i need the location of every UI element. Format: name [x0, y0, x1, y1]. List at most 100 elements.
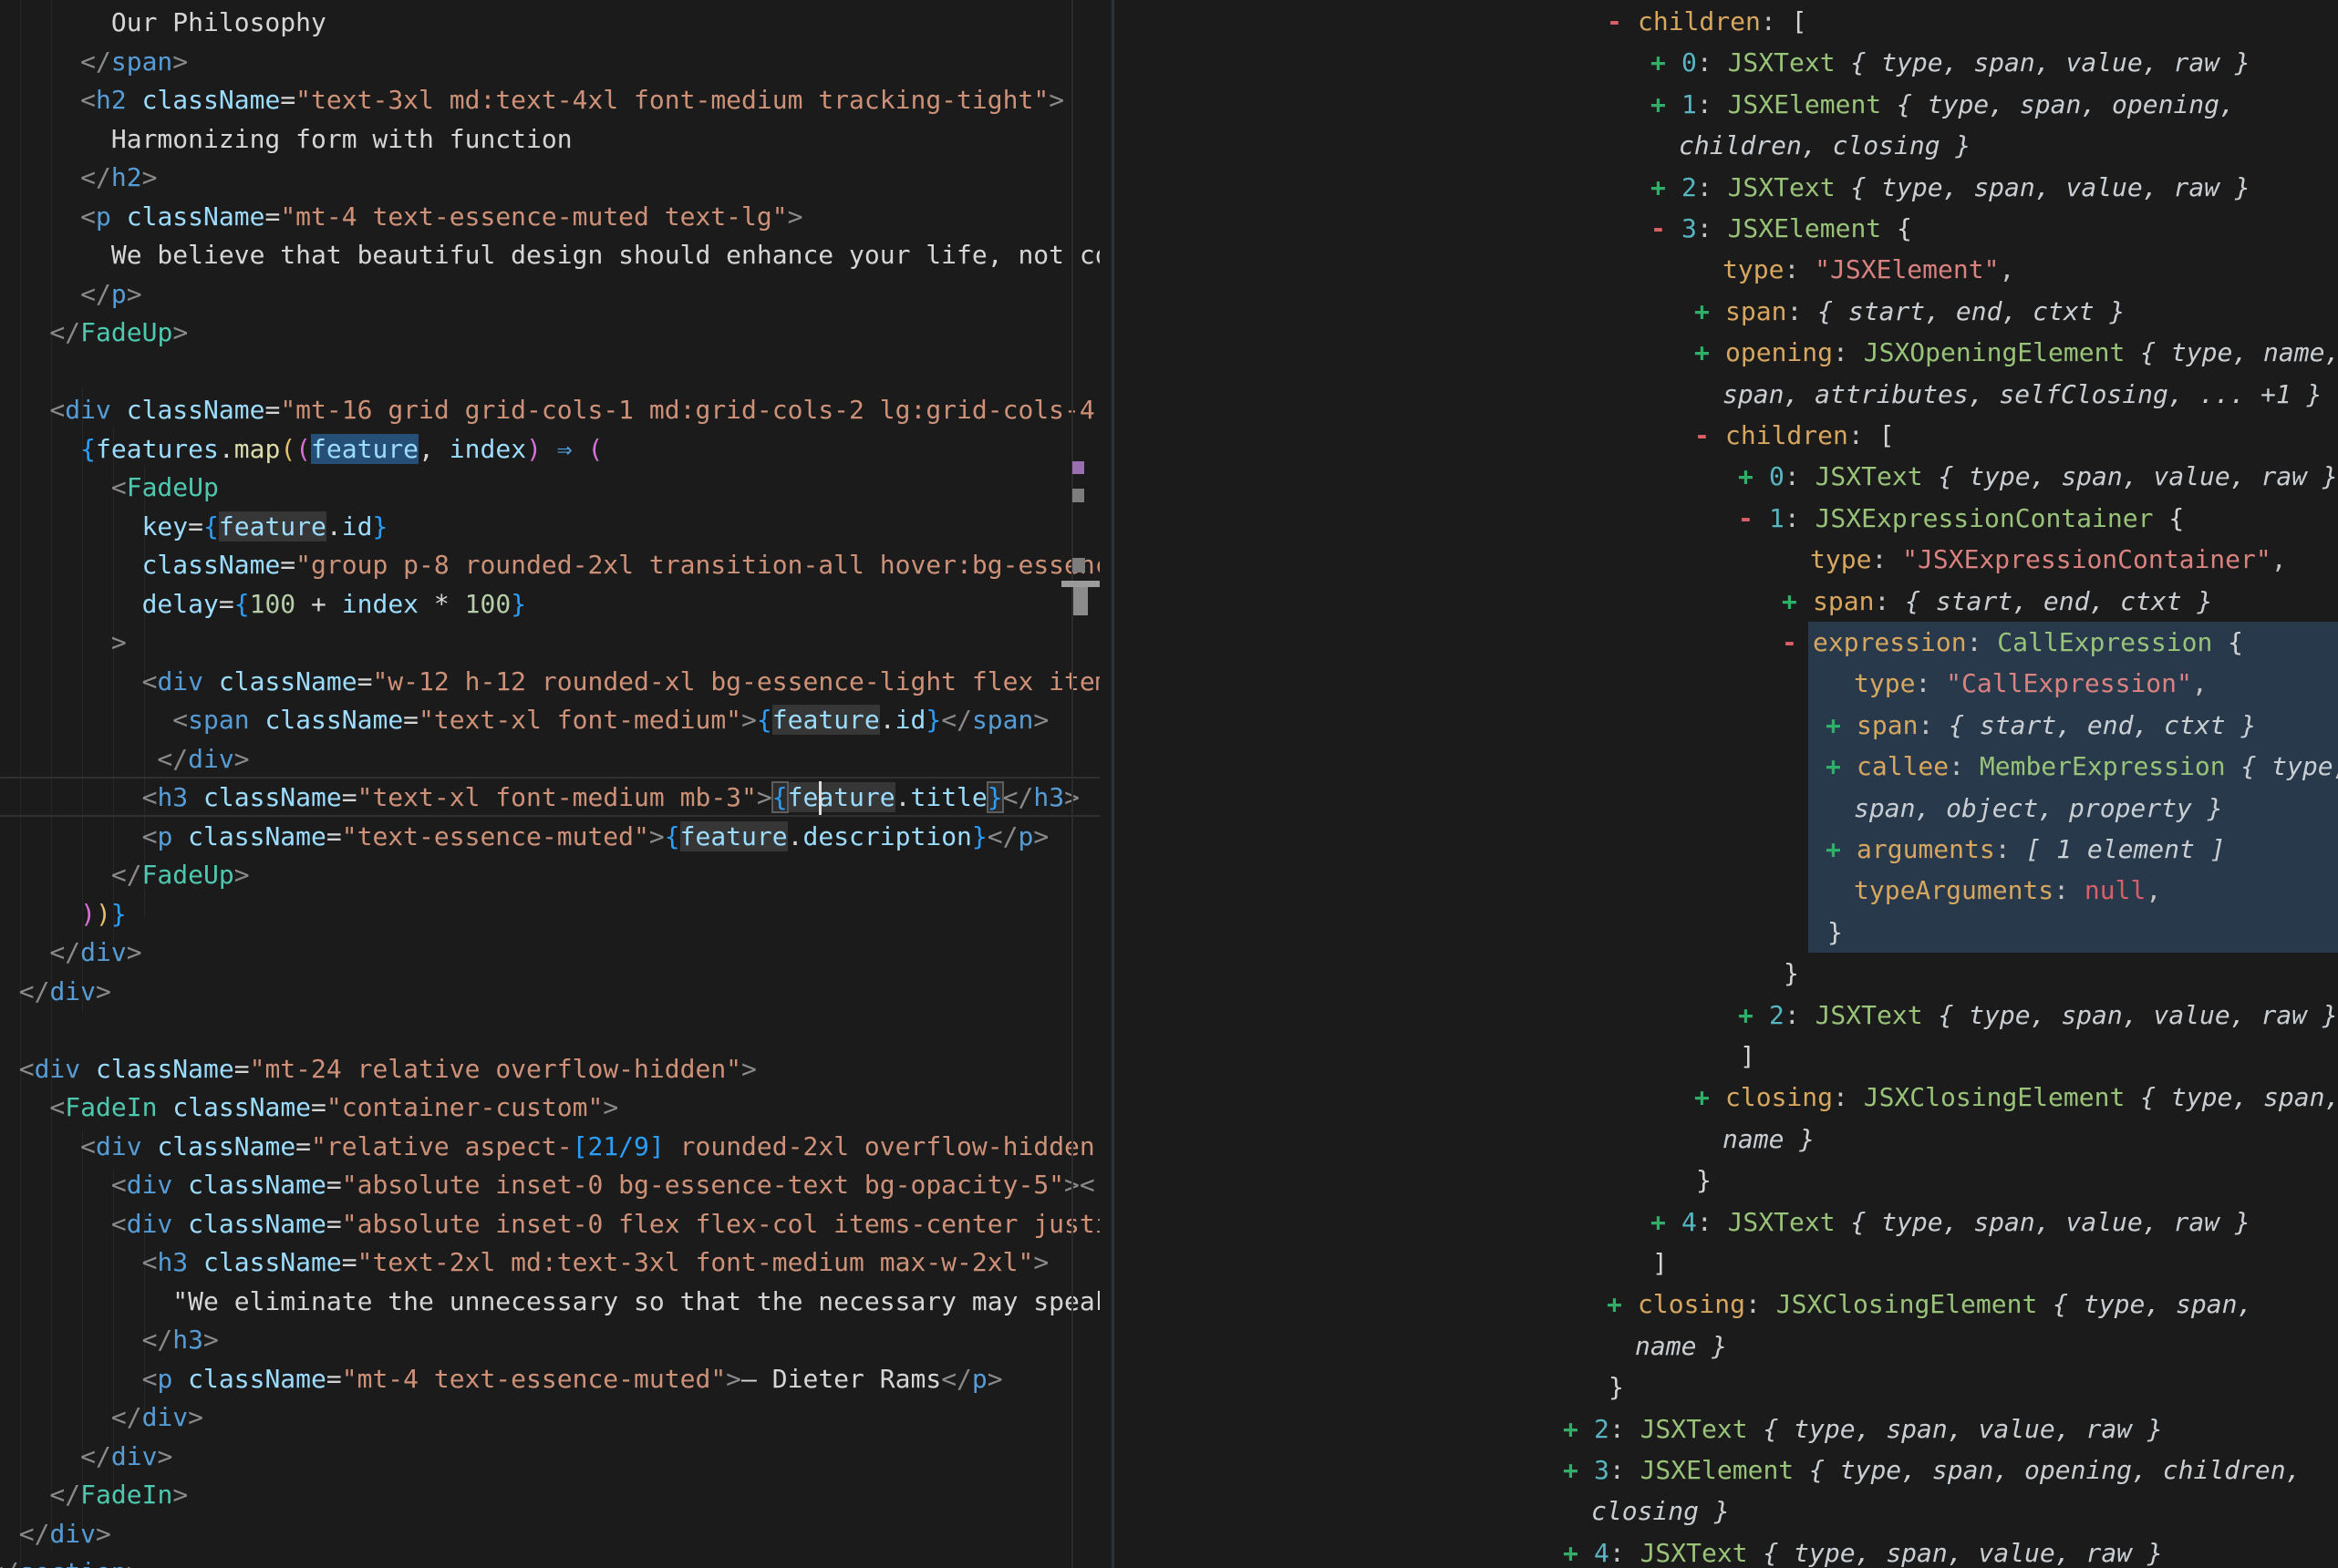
source-editor-panel[interactable]: Our Philosophy </span> <h2 className="te… — [0, 0, 1112, 1568]
code-line[interactable]: ))} — [0, 895, 1100, 934]
expand-icon[interactable]: + — [1650, 167, 1681, 208]
ast-line[interactable]: -children: [ — [1607, 1, 1806, 43]
ast-line[interactable]: +span: { start, end, ctxt } — [1782, 581, 2212, 623]
ast-line[interactable]: } — [1827, 912, 1843, 954]
ast-line[interactable]: } — [1696, 1160, 1712, 1202]
expand-icon[interactable]: + — [1782, 581, 1813, 622]
code-line[interactable]: </div> — [0, 1515, 1100, 1554]
ast-line[interactable]: +4: JSXText { type, span, value, raw } — [1563, 1532, 2163, 1568]
ast-line[interactable]: +1: JSXElement { type, span, opening, — [1650, 84, 2235, 126]
ast-tree[interactable]: -children: [+0: JSXText { type, span, va… — [1114, 0, 2338, 1568]
ast-line[interactable]: +callee: MemberExpression { type, — [1826, 746, 2338, 788]
code-line[interactable]: </span> — [0, 43, 1100, 82]
code-line[interactable]: <div className="relative aspect-[21/9] r… — [0, 1128, 1100, 1167]
ast-tree-panel[interactable]: -children: [+0: JSXText { type, span, va… — [1114, 0, 2338, 1568]
code-line[interactable]: </div> — [0, 934, 1100, 973]
ast-line[interactable]: type: "JSXExpressionContainer", — [1810, 539, 2287, 581]
code-line[interactable]: key={feature.id} — [0, 508, 1100, 547]
code-line[interactable]: We believe that beautiful design should … — [0, 236, 1100, 275]
ast-line[interactable]: ] — [1652, 1243, 1668, 1284]
code-line[interactable]: Our Philosophy — [0, 4, 1100, 43]
code-line[interactable]: Harmonizing form with function — [0, 120, 1100, 160]
code-line[interactable]: <span className="text-xl font-medium">{f… — [0, 701, 1100, 740]
collapse-icon[interactable]: - — [1694, 415, 1725, 456]
ast-line[interactable]: closing } — [1591, 1491, 1730, 1532]
expand-icon[interactable]: + — [1563, 1532, 1594, 1568]
ast-line[interactable]: type: "CallExpression", — [1854, 663, 2208, 705]
ast-line[interactable]: ] — [1740, 1036, 1755, 1078]
ast-line[interactable]: span, object, property } — [1854, 788, 2223, 830]
ast-line[interactable]: -expression: CallExpression { — [1782, 622, 2243, 664]
collapse-icon[interactable]: - — [1782, 622, 1813, 663]
ast-line[interactable]: name } — [1635, 1326, 1727, 1367]
ast-line[interactable]: span, attributes, selfClosing, ... +1 } — [1722, 374, 2322, 416]
ast-line[interactable]: typeArguments: null, — [1854, 870, 2161, 912]
code-line[interactable]: </div> — [0, 973, 1100, 1012]
code-line[interactable] — [0, 1011, 1100, 1050]
code-area[interactable]: Our Philosophy </span> <h2 className="te… — [0, 0, 1100, 1568]
code-line[interactable]: </h2> — [0, 159, 1100, 198]
expand-icon[interactable]: + — [1650, 84, 1681, 125]
ast-line[interactable]: -children: [ — [1694, 415, 1894, 457]
code-line[interactable]: <div className="absolute inset-0 flex fl… — [0, 1205, 1100, 1244]
code-line[interactable]: </div> — [0, 740, 1100, 779]
code-line[interactable]: {features.map((feature, index) ⇒ ( — [0, 430, 1100, 469]
code-line[interactable]: </p> — [0, 275, 1100, 315]
code-line[interactable]: </section> — [0, 1553, 1100, 1568]
ast-line[interactable]: +closing: JSXClosingElement { type, span… — [1694, 1077, 2338, 1119]
scrollbar-slider[interactable] — [1061, 581, 1100, 587]
expand-icon[interactable]: + — [1694, 332, 1725, 373]
code-line[interactable]: <div className="mt-16 grid grid-cols-1 m… — [0, 391, 1100, 430]
ast-line[interactable]: +span: { start, end, ctxt } — [1826, 705, 2256, 747]
expand-icon[interactable]: + — [1650, 1202, 1681, 1243]
overview-ruler[interactable] — [1071, 0, 1073, 1568]
ast-line[interactable]: +4: JSXText { type, span, value, raw } — [1650, 1202, 2250, 1243]
ast-line[interactable]: +opening: JSXOpeningElement { type, name… — [1694, 332, 2338, 374]
ast-line[interactable]: -1: JSXExpressionContainer { — [1738, 498, 2184, 540]
ast-line[interactable]: +2: JSXText { type, span, value, raw } — [1650, 167, 2250, 209]
code-line[interactable]: <p className="mt-4 text-essence-muted te… — [0, 198, 1100, 237]
editor-viewport[interactable]: Our Philosophy </span> <h2 className="te… — [0, 0, 1100, 1568]
ast-line[interactable]: children, closing } — [1679, 125, 1971, 167]
expand-icon[interactable]: + — [1738, 995, 1769, 1036]
code-line[interactable]: </FadeUp> — [0, 856, 1100, 895]
code-line[interactable]: > — [0, 624, 1100, 663]
code-line[interactable]: <div className="w-12 h-12 rounded-xl bg-… — [0, 663, 1100, 702]
code-line[interactable]: </div> — [0, 1398, 1100, 1438]
expand-icon[interactable]: + — [1650, 42, 1681, 83]
expand-icon[interactable]: + — [1563, 1449, 1594, 1491]
expand-icon[interactable]: + — [1738, 456, 1769, 497]
code-line[interactable] — [0, 353, 1100, 392]
code-line[interactable]: </div> — [0, 1438, 1100, 1477]
collapse-icon[interactable]: - — [1738, 498, 1769, 539]
code-line[interactable]: className="group p-8 rounded-2xl transit… — [0, 546, 1100, 585]
ast-line[interactable]: +2: JSXText { type, span, value, raw } — [1563, 1408, 2163, 1450]
expand-icon[interactable]: + — [1826, 746, 1857, 787]
expand-icon[interactable]: + — [1826, 705, 1857, 746]
ast-line[interactable]: } — [1609, 1367, 1624, 1408]
ast-line[interactable]: +0: JSXText { type, span, value, raw } — [1650, 42, 2250, 84]
code-line[interactable]: </FadeUp> — [0, 314, 1100, 353]
code-line[interactable]: </FadeIn> — [0, 1476, 1100, 1515]
ast-line[interactable]: +0: JSXText { type, span, value, raw } — [1738, 456, 2338, 498]
code-line[interactable]: <h3 className="text-2xl md:text-3xl font… — [0, 1243, 1100, 1283]
ast-line[interactable]: type: "JSXElement", — [1722, 249, 2014, 291]
code-line[interactable]: </h3> — [0, 1321, 1100, 1360]
ast-line[interactable]: +arguments: [ 1 element ] — [1826, 829, 2226, 871]
collapse-icon[interactable]: - — [1607, 1, 1638, 42]
code-line[interactable]: <FadeUp — [0, 469, 1100, 508]
ast-line[interactable]: +span: { start, end, ctxt } — [1694, 291, 2125, 333]
expand-icon[interactable]: + — [1694, 1077, 1725, 1118]
code-line[interactable]: <p className="text-essence-muted">{featu… — [0, 818, 1100, 857]
expand-icon[interactable]: + — [1826, 829, 1857, 870]
ast-line[interactable]: } — [1784, 953, 1799, 995]
code-line[interactable]: <FadeIn className="container-custom"> — [0, 1088, 1100, 1128]
ast-line[interactable]: +3: JSXElement { type, span, opening, ch… — [1563, 1449, 2301, 1491]
expand-icon[interactable]: + — [1563, 1408, 1594, 1449]
ast-line[interactable]: -3: JSXElement { — [1650, 208, 1912, 250]
code-line[interactable]: <h3 className="text-xl font-medium mb-3"… — [0, 779, 1100, 818]
code-line[interactable]: "We eliminate the unnecessary so that th… — [0, 1283, 1100, 1322]
ast-line[interactable]: +closing: JSXClosingElement { type, span… — [1607, 1284, 2252, 1326]
ast-line[interactable]: name } — [1722, 1119, 1815, 1161]
ast-line[interactable]: +2: JSXText { type, span, value, raw } — [1738, 995, 2338, 1037]
